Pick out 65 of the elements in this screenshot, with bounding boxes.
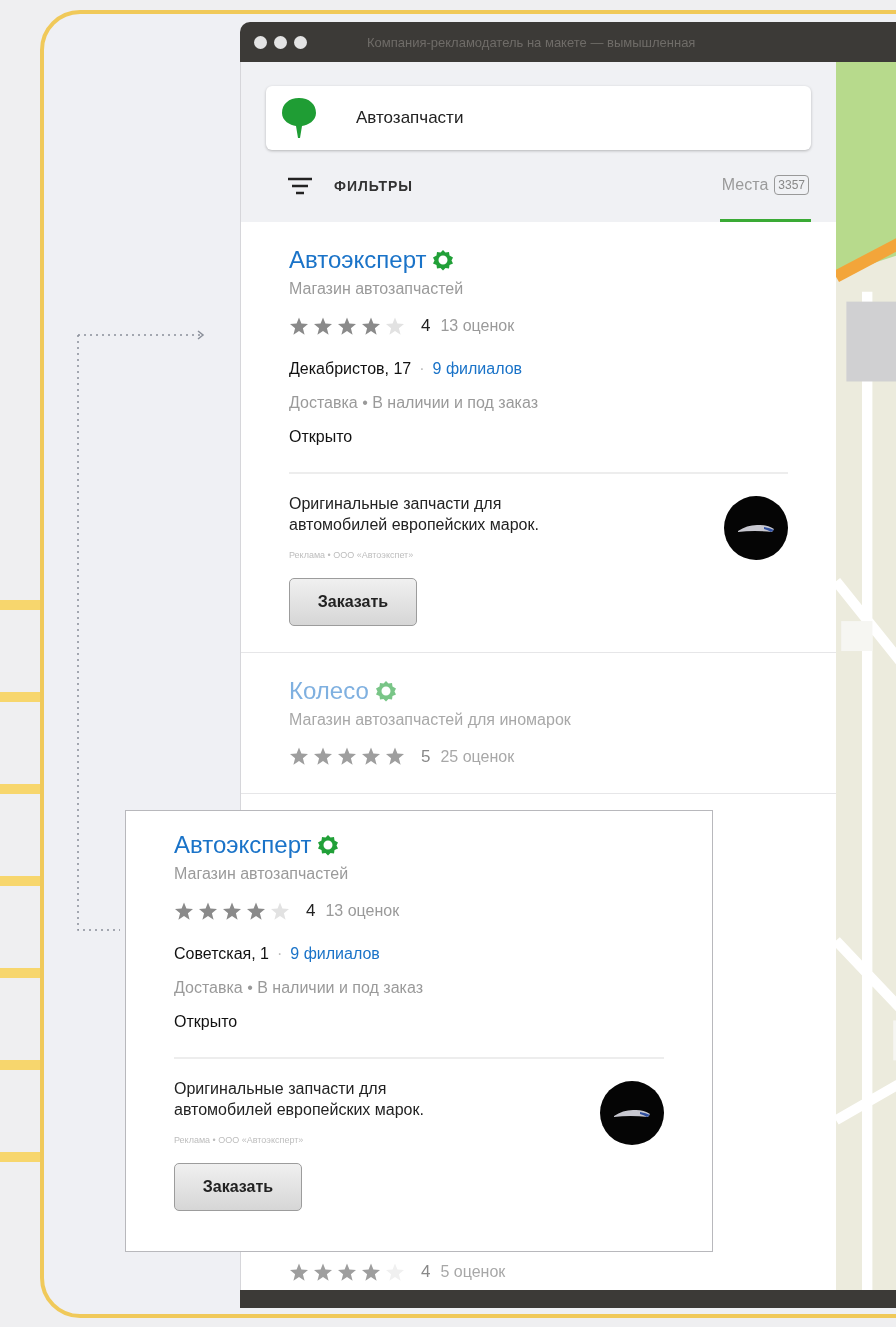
review-count: 5 оценок	[440, 1263, 506, 1281]
category-text: Магазин автозапчастей	[174, 865, 350, 883]
star-icon	[270, 901, 290, 921]
rating-value: 4	[306, 901, 316, 921]
ad-text: Оригинальные запчасти для автомобилей европейских марок.	[289, 494, 540, 535]
star-icon	[337, 316, 357, 336]
address-text: Советская, 1	[174, 945, 269, 963]
car-logo-icon	[600, 1081, 664, 1145]
star-icon	[385, 747, 405, 767]
order-button[interactable]: Заказать	[174, 1162, 302, 1211]
rating-value: 5	[421, 746, 431, 767]
open-status: Открыто	[289, 428, 354, 446]
decorative-stripe	[0, 784, 40, 794]
review-count: 13 оценок	[440, 317, 515, 335]
order-button[interactable]: Заказать	[289, 577, 417, 626]
decorative-stripe	[0, 600, 40, 610]
star-icon	[289, 747, 309, 767]
car-logo-icon	[724, 496, 788, 560]
ad-text: Оригинальные запчасти для автомобилей европейских марок.	[174, 1079, 425, 1120]
star-icon	[222, 901, 242, 921]
count-badge: 3357	[774, 174, 809, 195]
company-name-link[interactable]: Автоэксперт	[174, 831, 312, 859]
star-icon	[174, 901, 194, 921]
pin-icon	[282, 98, 316, 138]
separator-dot: ·	[419, 360, 425, 378]
window-control-icon[interactable]	[294, 35, 307, 49]
star-icon	[385, 316, 405, 336]
filter-icon[interactable]	[288, 177, 312, 195]
features-text: Доставка • В наличии и под заказ	[174, 979, 424, 997]
branches-link[interactable]: 9 филиалов	[290, 945, 380, 963]
star-icon	[313, 316, 333, 336]
star-icon	[198, 901, 218, 921]
star-icon	[361, 747, 381, 767]
branches-link[interactable]: 9 филиалов	[432, 360, 523, 378]
address-text: Декабристов, 17	[289, 360, 412, 378]
open-status: Открыто	[174, 1013, 239, 1031]
window-control-icon[interactable]	[274, 35, 287, 49]
search-field[interactable]: Автозапчасти	[266, 86, 811, 150]
decorative-stripe	[0, 1152, 40, 1162]
ad-disclaimer: Реклама • ООО «Автоэксперт»	[174, 1134, 305, 1145]
decorative-stripe	[0, 968, 40, 978]
star-icon	[313, 1262, 333, 1282]
star-icon	[289, 316, 309, 336]
rating-value: 4	[421, 1262, 431, 1282]
ad-disclaimer: Реклама • ООО «Автоэкспет»	[289, 549, 415, 560]
decorative-stripe	[0, 876, 40, 886]
star-icon	[337, 1262, 357, 1282]
rating-value: 4	[421, 316, 431, 336]
window-control-icon[interactable]	[254, 35, 267, 49]
category-text: Магазин автозапчастей для иномарок	[289, 710, 572, 729]
star-icon	[361, 316, 381, 336]
decorative-stripe	[0, 1060, 40, 1070]
features-text: Доставка • В наличии и под заказ	[289, 394, 539, 412]
company-name-link[interactable]: Автоэксперт	[289, 246, 427, 274]
star-icon	[289, 1262, 309, 1282]
star-icon	[246, 901, 266, 921]
filters-button[interactable]: ФИЛЬТРЫ	[334, 178, 414, 194]
separator-dot: ·	[277, 945, 283, 963]
review-count: 25 оценок	[440, 747, 515, 766]
star-icon	[337, 747, 357, 767]
category-text: Магазин автозапчастей	[289, 280, 465, 298]
review-count: 13 оценок	[325, 902, 400, 920]
star-icon	[313, 747, 333, 767]
decorative-stripe	[0, 692, 40, 702]
star-icon	[361, 1262, 381, 1282]
